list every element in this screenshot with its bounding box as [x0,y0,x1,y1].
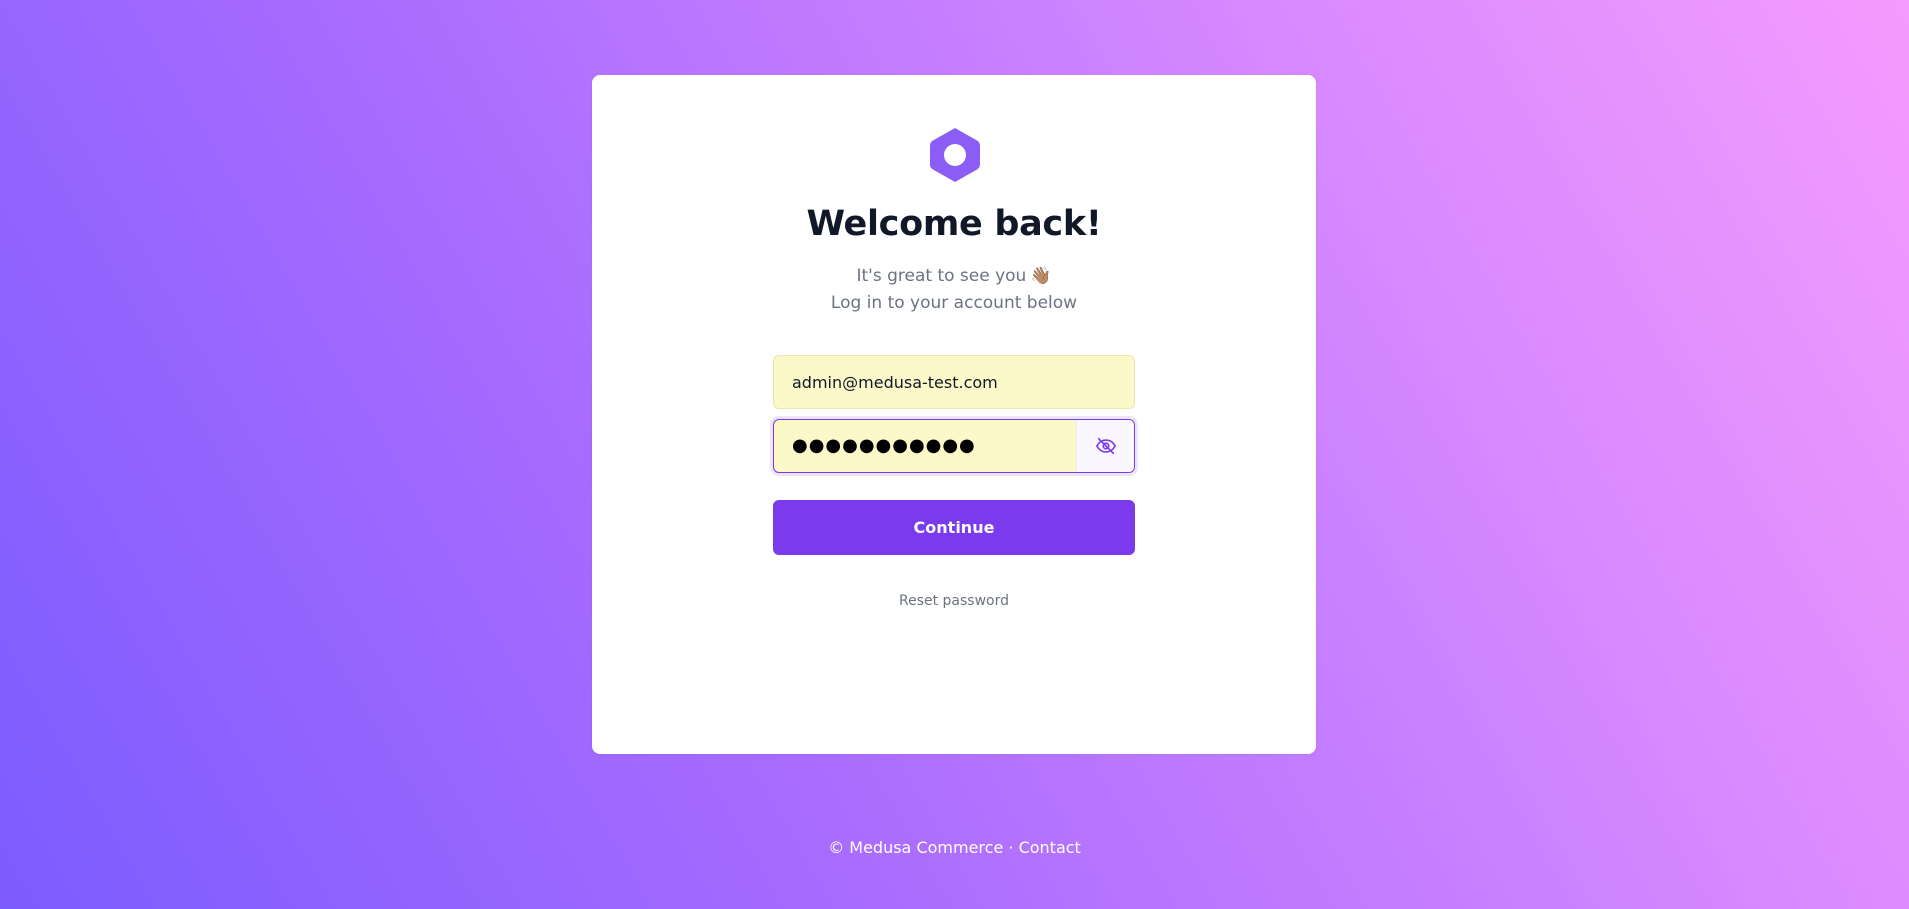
email-field[interactable] [773,355,1135,409]
toggle-password-visibility-button[interactable] [1076,420,1134,472]
password-field[interactable]: ●●●●●●●●●●● [773,419,1135,473]
copyright-text: © Medusa Commerce [828,838,1004,857]
login-instruction: Log in to your account below [830,293,1078,313]
login-card: Welcome back! It's great to see you 👋🏽 Lo… [592,75,1316,754]
password-input[interactable]: ●●●●●●●●●●● [792,420,976,472]
wave-emoji: 👋🏽 [1030,266,1052,286]
medusa-logo-icon [930,128,980,182]
contact-link[interactable]: Contact [1019,838,1081,857]
footer-separator: · [1003,838,1019,857]
page-title: Welcome back! [806,204,1102,244]
greeting-label: It's great to see you [856,266,1027,286]
continue-button[interactable]: Continue [773,500,1135,555]
greeting-text: It's great to see you 👋🏽 [592,266,1316,286]
eye-slash-icon [1095,437,1116,455]
email-input[interactable] [792,356,1122,408]
footer: © Medusa Commerce · Contact [0,838,1909,857]
reset-password-link[interactable]: Reset password [592,593,1316,609]
